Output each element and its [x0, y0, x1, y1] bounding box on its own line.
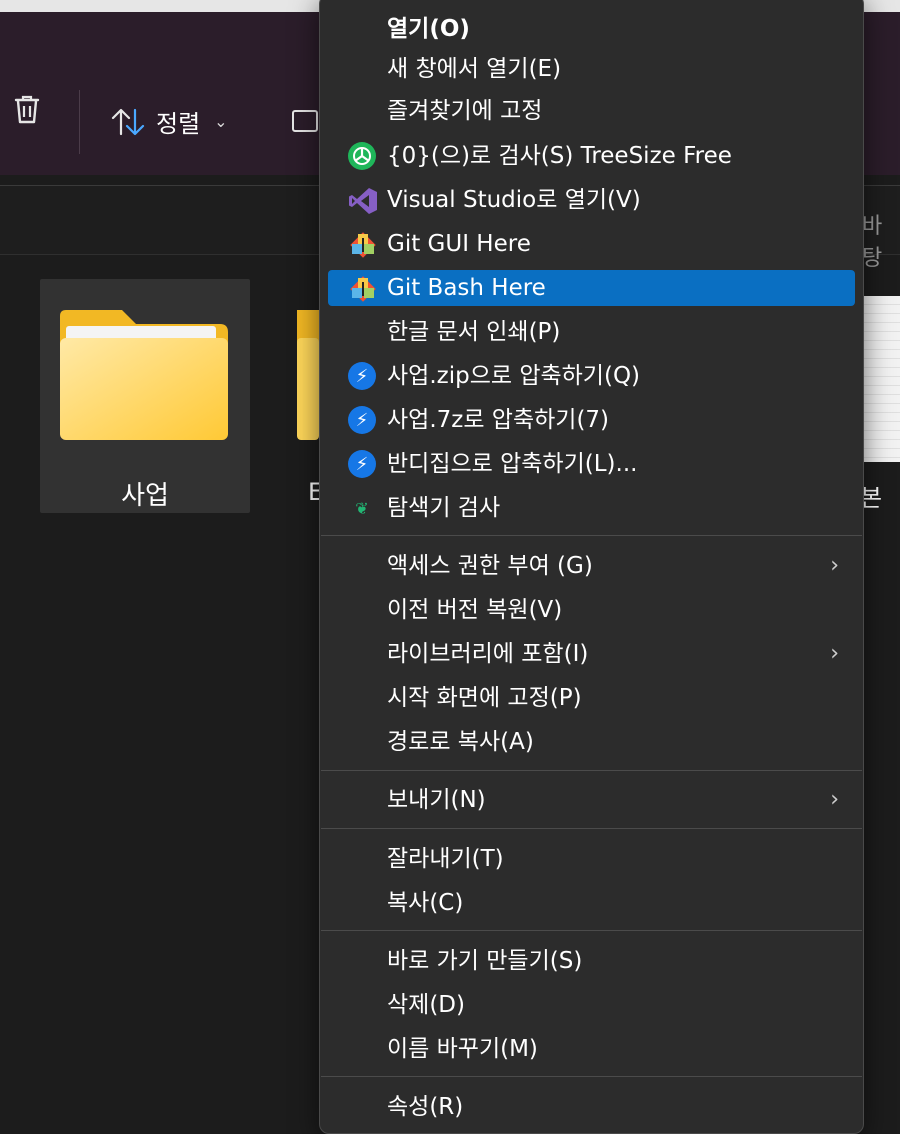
- menu-separator: [321, 1076, 862, 1077]
- menu-item-label: 새 창에서 열기(E): [387, 56, 562, 82]
- document-icon: [858, 296, 900, 462]
- visual-studio-icon: [348, 186, 377, 214]
- menu-item-label: 반디집으로 압축하기(L)...: [387, 451, 638, 477]
- trash-icon: [14, 95, 40, 124]
- menu-item-git-bash[interactable]: Git Bash Here: [328, 270, 855, 306]
- menu-item-label: Git GUI Here: [387, 231, 531, 257]
- sort-button[interactable]: 정렬 ⌄: [110, 104, 228, 139]
- menu-item-compress-7z[interactable]: ⚡ 사업.7z로 압축하기(7): [328, 402, 855, 438]
- menu-item-label: 이름 바꾸기(M): [387, 1036, 538, 1062]
- menu-separator: [321, 770, 862, 771]
- menu-item-label: 탐색기 검사: [387, 495, 501, 521]
- menu-item-label: 이전 버전 복원(V): [387, 597, 563, 623]
- menu-item-give-access[interactable]: 액세스 권한 부여 (G) ›: [328, 548, 855, 584]
- menu-item-label: 한글 문서 인쇄(P): [387, 319, 561, 345]
- menu-item-compress-bandizip[interactable]: ⚡ 반디집으로 압축하기(L)...: [328, 446, 855, 482]
- toolbar-divider: [79, 90, 80, 154]
- search-box-partial[interactable]: 바탕: [862, 208, 900, 272]
- menu-item-label: 시작 화면에 고정(P): [387, 685, 582, 711]
- menu-item-treesize[interactable]: {0}(으)로 검사(S) TreeSize Free: [328, 138, 855, 174]
- menu-item-open[interactable]: 열기(O): [328, 11, 855, 47]
- chevron-right-icon: ›: [830, 553, 839, 578]
- view-button[interactable]: [292, 110, 318, 132]
- menu-item-label: 액세스 권한 부여 (G): [387, 553, 593, 579]
- menu-item-properties[interactable]: 속성(R): [328, 1089, 855, 1125]
- menu-item-cut[interactable]: 잘라내기(T): [328, 841, 855, 877]
- menu-item-label: {0}(으)로 검사(S) TreeSize Free: [387, 143, 732, 169]
- sort-label: 정렬: [156, 110, 201, 138]
- menu-item-copy-path[interactable]: 경로로 복사(A): [328, 724, 855, 760]
- menu-item-rename[interactable]: 이름 바꾸기(M): [328, 1031, 855, 1067]
- menu-separator: [321, 930, 862, 931]
- file-name: 사업: [121, 481, 169, 511]
- menu-item-compress-zip[interactable]: ⚡ 사업.zip으로 압축하기(Q): [328, 358, 855, 394]
- bandizip-icon: ⚡: [348, 406, 376, 434]
- chevron-down-icon: ⌄: [214, 112, 228, 131]
- context-menu: 열기(O) 새 창에서 열기(E) 즐겨찾기에 고정 {0}(으)로 검사(S)…: [319, 0, 864, 1134]
- menu-item-label: 바로 가기 만들기(S): [387, 948, 583, 974]
- menu-item-label: 라이브러리에 포함(I): [387, 641, 589, 667]
- menu-item-label: 사업.zip으로 압축하기(Q): [387, 363, 641, 389]
- chevron-right-icon: ›: [830, 787, 839, 812]
- menu-item-label: Visual Studio로 열기(V): [387, 187, 641, 213]
- git-icon: [348, 230, 376, 258]
- menu-item-label: 즐겨찾기에 고정: [387, 98, 543, 124]
- menu-separator: [321, 535, 862, 536]
- folder-icon: [60, 310, 228, 440]
- menu-item-label: 삭제(D): [387, 992, 465, 1018]
- menu-item-label: 보내기(N): [387, 787, 486, 813]
- menu-item-label: 사업.7z로 압축하기(7): [387, 407, 610, 433]
- menu-item-label: 경로로 복사(A): [387, 729, 534, 755]
- menu-item-hwp-print[interactable]: 한글 문서 인쇄(P): [328, 314, 855, 350]
- menu-item-pin-favorites[interactable]: 즐겨찾기에 고정: [328, 93, 855, 129]
- sort-arrows-icon: [111, 108, 145, 135]
- git-icon: [348, 274, 376, 302]
- menu-item-open-new-window[interactable]: 새 창에서 열기(E): [328, 51, 855, 87]
- menu-item-pin-start[interactable]: 시작 화면에 고정(P): [328, 680, 855, 716]
- menu-separator: [321, 828, 862, 829]
- treesize-icon: [348, 142, 376, 170]
- menu-item-explorer-scan[interactable]: ❦ 탐색기 검사: [328, 490, 855, 526]
- menu-item-label: 속성(R): [387, 1094, 464, 1120]
- menu-item-delete[interactable]: 삭제(D): [328, 987, 855, 1023]
- menu-item-git-gui[interactable]: Git GUI Here: [328, 226, 855, 262]
- folder-icon: [297, 310, 319, 440]
- menu-item-label: 복사(C): [387, 890, 464, 916]
- menu-item-label: 잘라내기(T): [387, 846, 504, 872]
- menu-item-copy[interactable]: 복사(C): [328, 885, 855, 921]
- menu-item-label: Git Bash Here: [387, 275, 546, 301]
- bandizip-icon: ⚡: [348, 362, 376, 390]
- delete-button[interactable]: [10, 92, 44, 126]
- menu-item-create-shortcut[interactable]: 바로 가기 만들기(S): [328, 943, 855, 979]
- menu-item-label: 열기(O): [387, 16, 470, 42]
- menu-item-restore-previous[interactable]: 이전 버전 복원(V): [328, 592, 855, 628]
- bandizip-icon: ⚡: [348, 450, 376, 478]
- leaf-icon: ❦: [355, 498, 369, 518]
- menu-item-include-library[interactable]: 라이브러리에 포함(I) ›: [328, 636, 855, 672]
- menu-item-visual-studio[interactable]: Visual Studio로 열기(V): [328, 182, 855, 218]
- chevron-right-icon: ›: [830, 641, 839, 666]
- menu-item-send-to[interactable]: 보내기(N) ›: [328, 782, 855, 818]
